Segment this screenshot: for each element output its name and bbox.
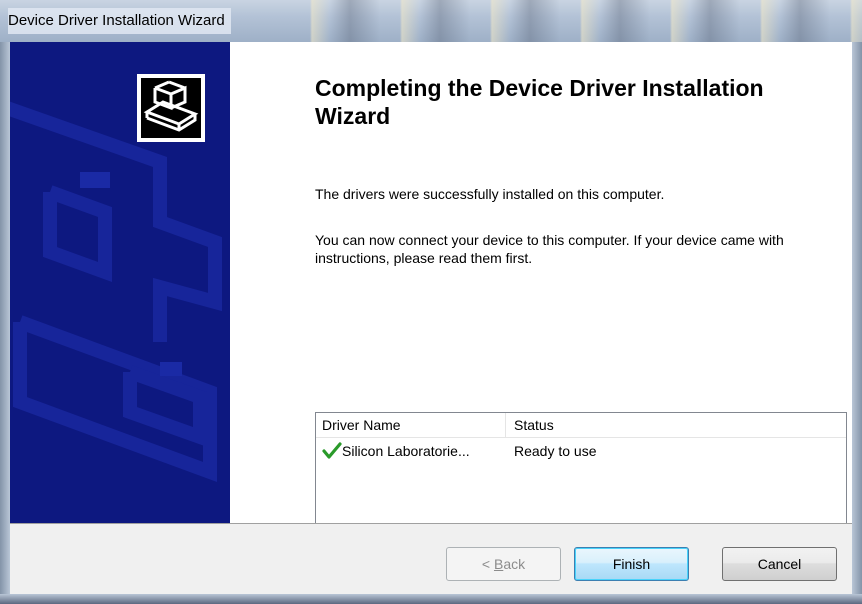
column-header-status[interactable]: Status [506, 413, 846, 437]
driver-list[interactable]: Driver Name Status Silicon Laboratorie..… [315, 412, 847, 523]
instructions-message: You can now connect your device to this … [315, 232, 784, 266]
finish-button[interactable]: Finish [574, 547, 689, 581]
window-frame-right [852, 42, 862, 604]
title-bar[interactable]: Device Driver Installation Wizard [0, 0, 862, 42]
success-message: The drivers were successfully installed … [315, 186, 665, 202]
check-icon [322, 442, 342, 459]
page-title: Completing the Device Driver Installatio… [315, 75, 764, 129]
driver-status-cell: Ready to use [514, 443, 597, 459]
driver-name-cell: Silicon Laboratorie... [342, 443, 470, 459]
window-title: Device Driver Installation Wizard [8, 8, 231, 34]
driver-list-header: Driver Name Status [316, 413, 846, 438]
wizard-button-bar: < Back Finish Cancel [10, 523, 852, 594]
hardware-wizard-icon [135, 72, 207, 144]
back-button-rest: ack [503, 556, 526, 572]
title-bar-background [290, 0, 862, 42]
back-button-prefix: < [481, 556, 494, 572]
wizard-side-banner [10, 42, 230, 523]
table-row[interactable]: Silicon Laboratorie... Ready to use [316, 439, 846, 463]
window-frame-bottom [0, 594, 862, 604]
back-button[interactable]: < Back [446, 547, 561, 581]
wizard-client-area: Completing the Device Driver Installatio… [10, 42, 852, 594]
cancel-button[interactable]: Cancel [722, 547, 837, 581]
window-frame-left [0, 42, 10, 604]
back-button-accel: B [493, 556, 504, 572]
column-header-driver-name[interactable]: Driver Name [316, 413, 506, 437]
